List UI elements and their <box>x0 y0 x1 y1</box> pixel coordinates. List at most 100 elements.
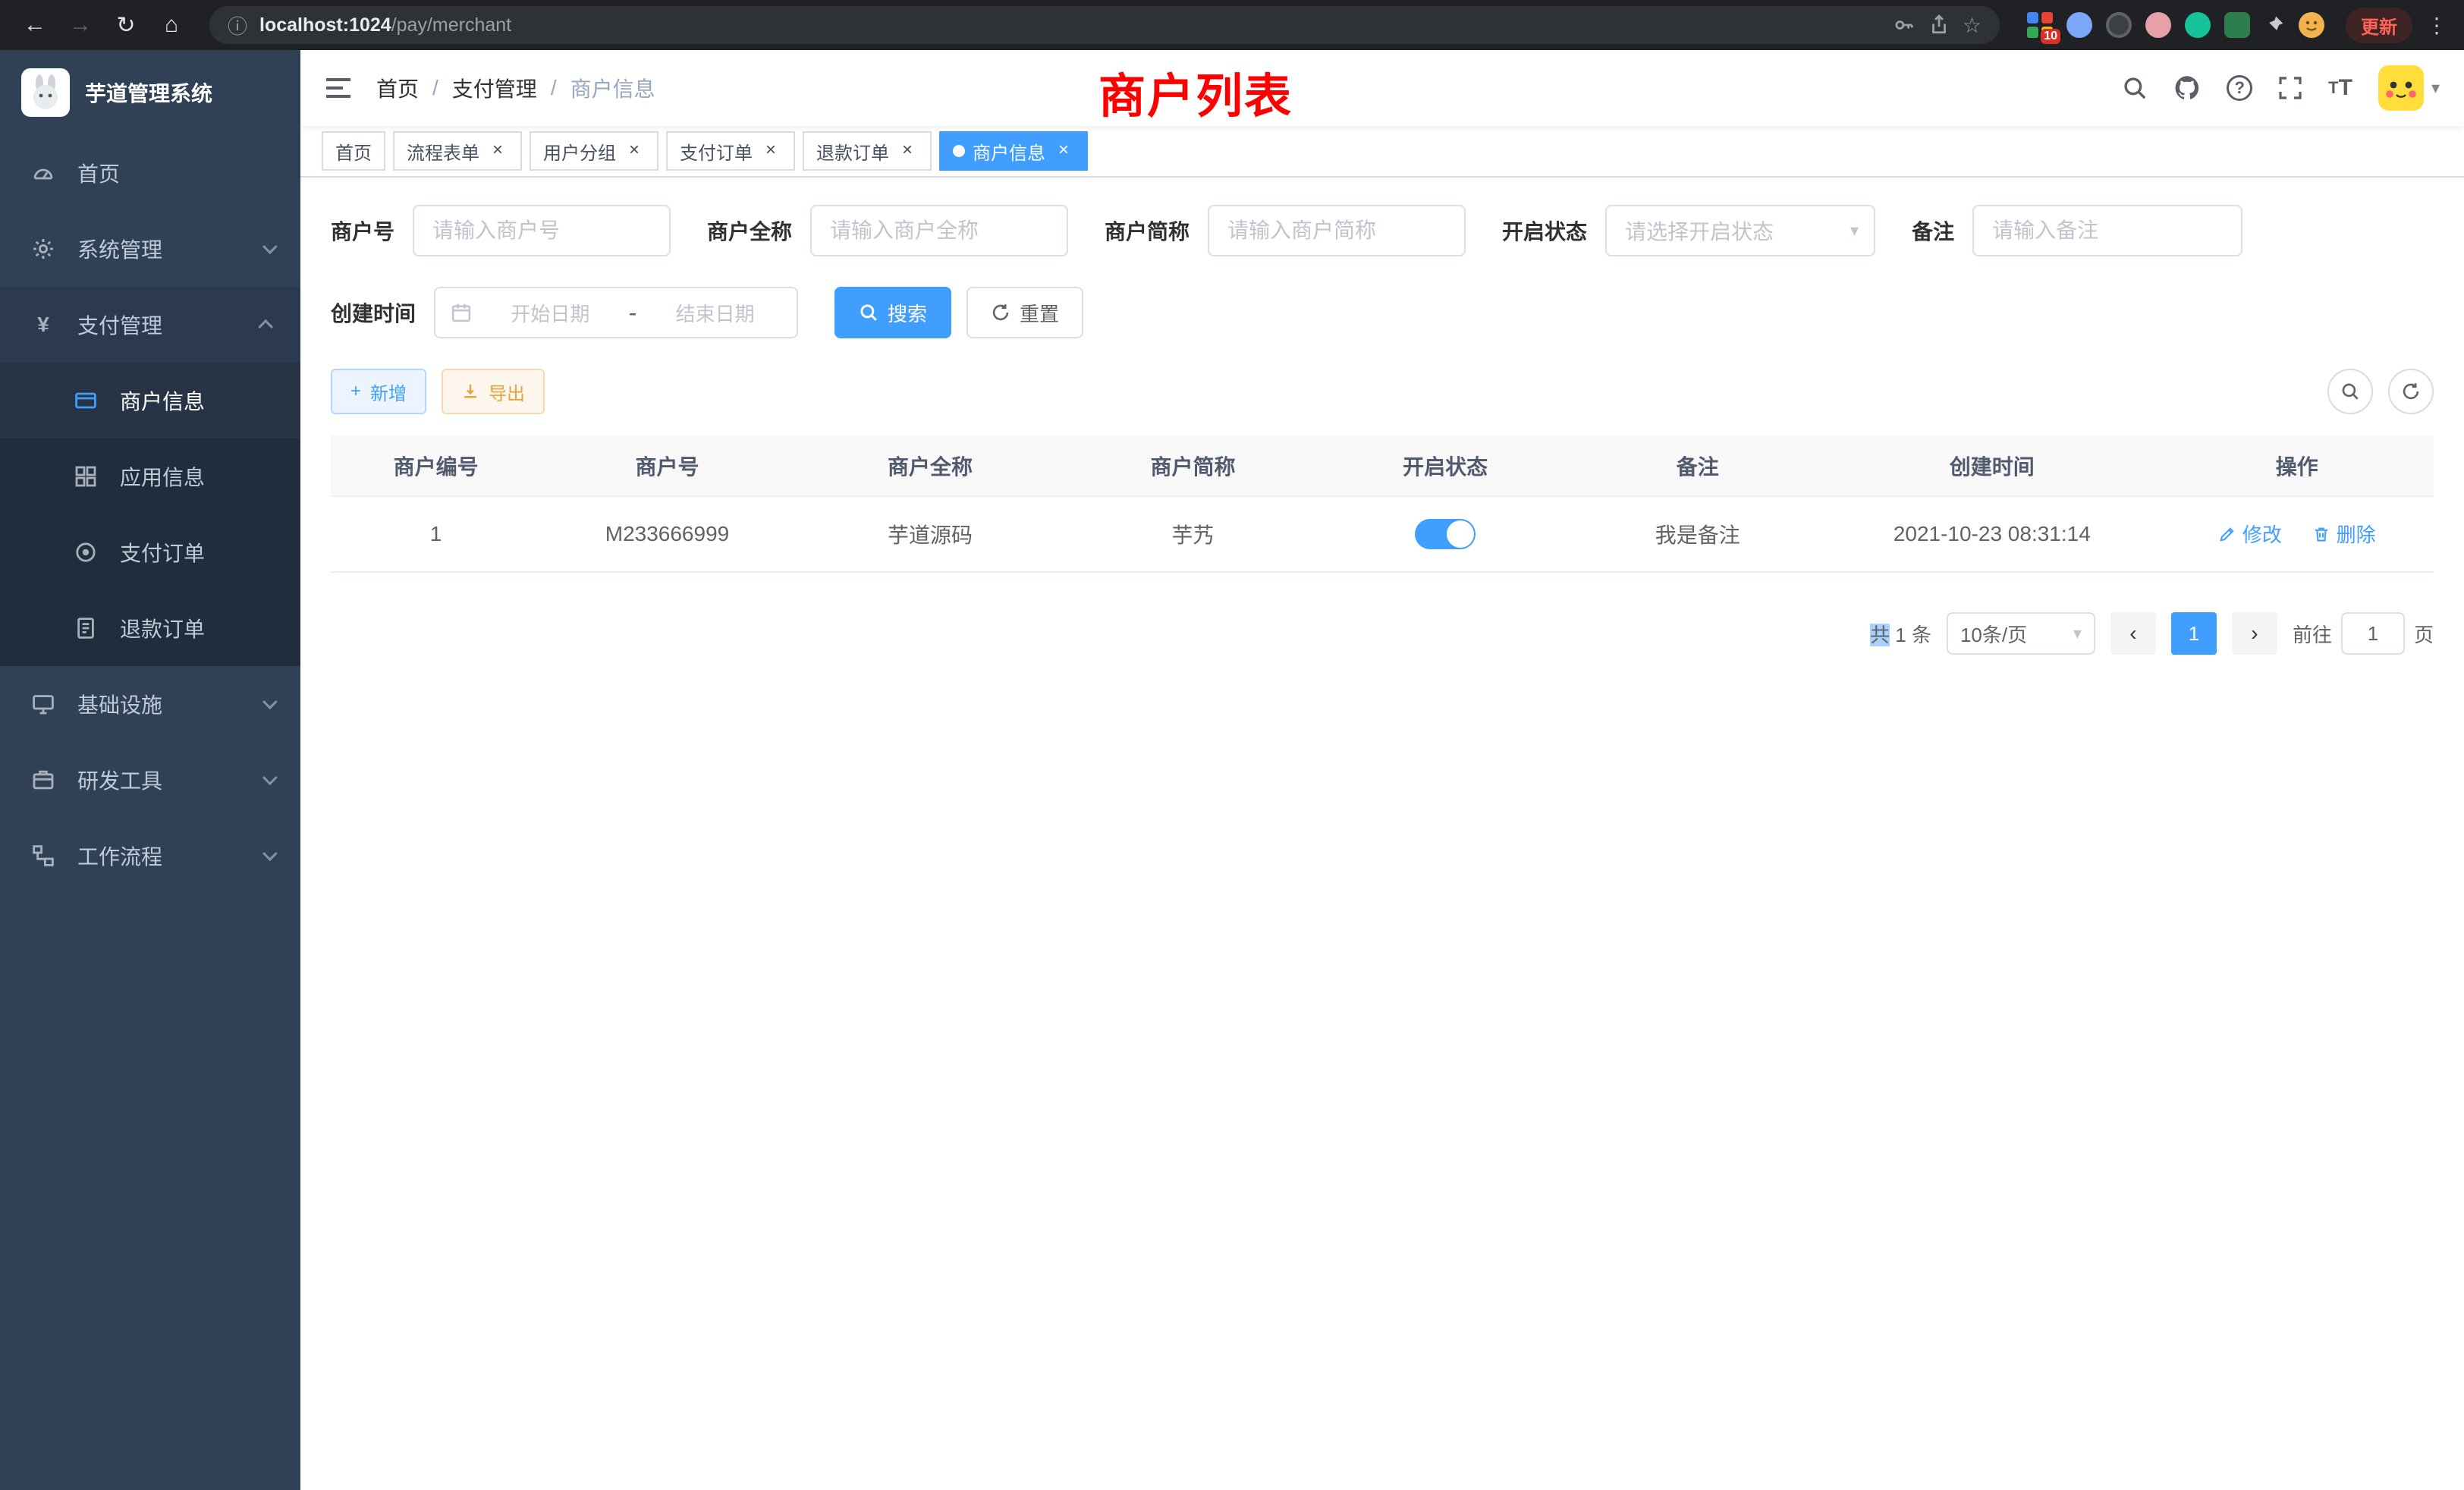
field-label: 商户号 <box>331 215 394 246</box>
close-icon[interactable]: × <box>624 140 645 162</box>
main-area: 首页 / 支付管理 / 商户信息 ? <box>300 50 2464 1490</box>
navbar-actions: ? TT ▾ <box>2122 65 2440 111</box>
refresh-button[interactable] <box>2388 369 2434 414</box>
merchant-no-input[interactable] <box>413 205 671 256</box>
cell-create-time: 2021-10-23 08:31:14 <box>1824 496 2161 572</box>
extension-icon-green-circle[interactable] <box>2185 12 2211 38</box>
browser-menu-icon[interactable]: ⋮ <box>2425 13 2449 38</box>
tab-pay-order[interactable]: 支付订单× <box>666 131 795 171</box>
update-button[interactable]: 更新 <box>2346 8 2412 43</box>
chevron-down-icon <box>262 694 278 709</box>
edit-link[interactable]: 修改 <box>2218 520 2282 548</box>
password-key-icon[interactable] <box>1893 14 1916 36</box>
full-name-input[interactable] <box>810 205 1068 256</box>
back-button[interactable]: ← <box>15 12 55 38</box>
tab-label: 商户信息 <box>973 138 1045 165</box>
close-icon[interactable]: × <box>897 140 918 162</box>
close-icon[interactable]: × <box>1053 140 1074 162</box>
add-button[interactable]: + 新增 <box>331 369 426 414</box>
export-button[interactable]: 导出 <box>442 369 545 414</box>
pin-icon[interactable] <box>2264 14 2285 36</box>
cell-id: 1 <box>331 496 541 572</box>
tab-process-form[interactable]: 流程表单× <box>393 131 522 171</box>
home-button[interactable]: ⌂ <box>152 12 191 38</box>
url-path: /pay/merchant <box>391 14 511 36</box>
sidebar-logo[interactable]: 芋道管理系统 <box>0 50 300 135</box>
url-host: localhost:1024 <box>259 14 391 36</box>
app-title: 芋道管理系统 <box>85 77 212 108</box>
col-header-merchant-no: 商户号 <box>541 435 794 496</box>
breadcrumb-separator: / <box>551 76 557 100</box>
goto-page-input[interactable] <box>2341 612 2405 655</box>
search-button[interactable]: 搜索 <box>834 287 951 338</box>
help-icon[interactable]: ? <box>2227 75 2252 101</box>
filter-row-2: 创建时间 开始日期 - 结束日期 搜索 <box>331 287 2434 338</box>
sidebar-item-payment[interactable]: ¥ 支付管理 <box>0 287 300 363</box>
close-icon[interactable]: × <box>487 140 508 162</box>
range-separator: - <box>629 299 637 327</box>
extension-icon-pink[interactable] <box>2145 12 2171 38</box>
sidebar-item-infrastructure[interactable]: 基础设施 <box>0 666 300 742</box>
github-icon[interactable] <box>2173 74 2201 102</box>
status-toggle[interactable] <box>1415 519 1476 549</box>
tab-refund-order[interactable]: 退款订单× <box>803 131 932 171</box>
chevron-up-icon <box>258 319 273 335</box>
tab-user-group[interactable]: 用户分组× <box>530 131 658 171</box>
field-status: 开启状态 请选择开启状态 ▾ <box>1502 205 1875 256</box>
page-size-select[interactable]: 10条/页 ▾ <box>1947 612 2095 655</box>
extension-icon-dark[interactable] <box>2106 12 2132 38</box>
breadcrumb-payment[interactable]: 支付管理 <box>452 73 537 103</box>
sidebar-item-label: 系统管理 <box>77 234 162 264</box>
status-select[interactable]: 请选择开启状态 ▾ <box>1605 205 1875 256</box>
next-page-button[interactable]: › <box>2232 612 2277 655</box>
sidebar-item-merchant-info[interactable]: 商户信息 <box>0 363 300 439</box>
table-row: 1 M233666999 芋道源码 芋艿 我是备注 2021-10-23 08:… <box>331 496 2434 572</box>
export-button-label: 导出 <box>489 379 525 405</box>
goto-page: 前往 页 <box>2293 612 2434 655</box>
current-page-button[interactable]: 1 <box>2171 612 2217 655</box>
sidebar-item-pay-order[interactable]: 支付订单 <box>0 514 300 590</box>
sidebar-item-devtools[interactable]: 研发工具 <box>0 742 300 818</box>
reload-button[interactable]: ↻ <box>106 12 146 39</box>
target-icon <box>73 540 99 564</box>
yen-icon: ¥ <box>30 313 56 337</box>
sidebar-item-label: 首页 <box>77 158 120 188</box>
search-icon[interactable] <box>2122 75 2148 101</box>
hamburger-icon[interactable] <box>325 76 352 100</box>
breadcrumb-current: 商户信息 <box>570 73 655 103</box>
merchant-table: 商户编号 商户号 商户全称 商户简称 开启状态 备注 创建时间 操作 1 <box>331 435 2434 573</box>
user-avatar-menu[interactable]: ▾ <box>2378 65 2440 111</box>
create-time-range-picker[interactable]: 开始日期 - 结束日期 <box>434 287 798 338</box>
toggle-search-button[interactable] <box>2327 369 2373 414</box>
bookmark-star-icon[interactable]: ☆ <box>1963 13 1982 38</box>
tab-merchant-info[interactable]: 商户信息 × <box>939 131 1088 171</box>
site-info-icon[interactable]: ⓘ <box>228 11 247 39</box>
share-icon[interactable] <box>1928 14 1950 36</box>
close-icon[interactable]: × <box>760 140 781 162</box>
reset-button[interactable]: 重置 <box>966 287 1083 338</box>
extension-icon-green-square[interactable] <box>2224 12 2250 38</box>
browser-profile-avatar[interactable] <box>2299 12 2324 38</box>
short-name-input[interactable] <box>1208 205 1466 256</box>
breadcrumb-separator: / <box>432 76 438 100</box>
breadcrumb-home[interactable]: 首页 <box>376 73 419 103</box>
sidebar-item-system[interactable]: 系统管理 <box>0 211 300 287</box>
sidebar-item-refund-order[interactable]: 退款订单 <box>0 590 300 666</box>
total-count: 1 <box>1895 624 1906 646</box>
sidebar-item-home[interactable]: 首页 <box>0 135 300 211</box>
prev-page-button[interactable]: ‹ <box>2110 612 2156 655</box>
tab-home[interactable]: 首页 <box>322 131 385 171</box>
delete-link[interactable]: 删除 <box>2312 520 2376 548</box>
add-button-label: 新增 <box>370 379 407 405</box>
extension-icon-blue[interactable] <box>2066 12 2092 38</box>
remark-input[interactable] <box>1972 205 2242 256</box>
forward-button[interactable]: → <box>61 12 100 38</box>
fullscreen-icon[interactable] <box>2278 76 2302 100</box>
address-bar[interactable]: ⓘ localhost:1024/pay/merchant ☆ <box>209 6 2000 44</box>
font-size-icon[interactable]: TT <box>2328 75 2352 101</box>
extensions-puzzle-icon[interactable]: 10 <box>2027 12 2053 38</box>
sidebar-item-app-info[interactable]: 应用信息 <box>0 439 300 514</box>
sidebar-item-workflow[interactable]: 工作流程 <box>0 818 300 894</box>
page-size-value: 10条/页 <box>1960 620 2027 648</box>
filter-row-1: 商户号 商户全称 商户简称 开启状态 请选择开启状态 <box>331 205 2434 256</box>
